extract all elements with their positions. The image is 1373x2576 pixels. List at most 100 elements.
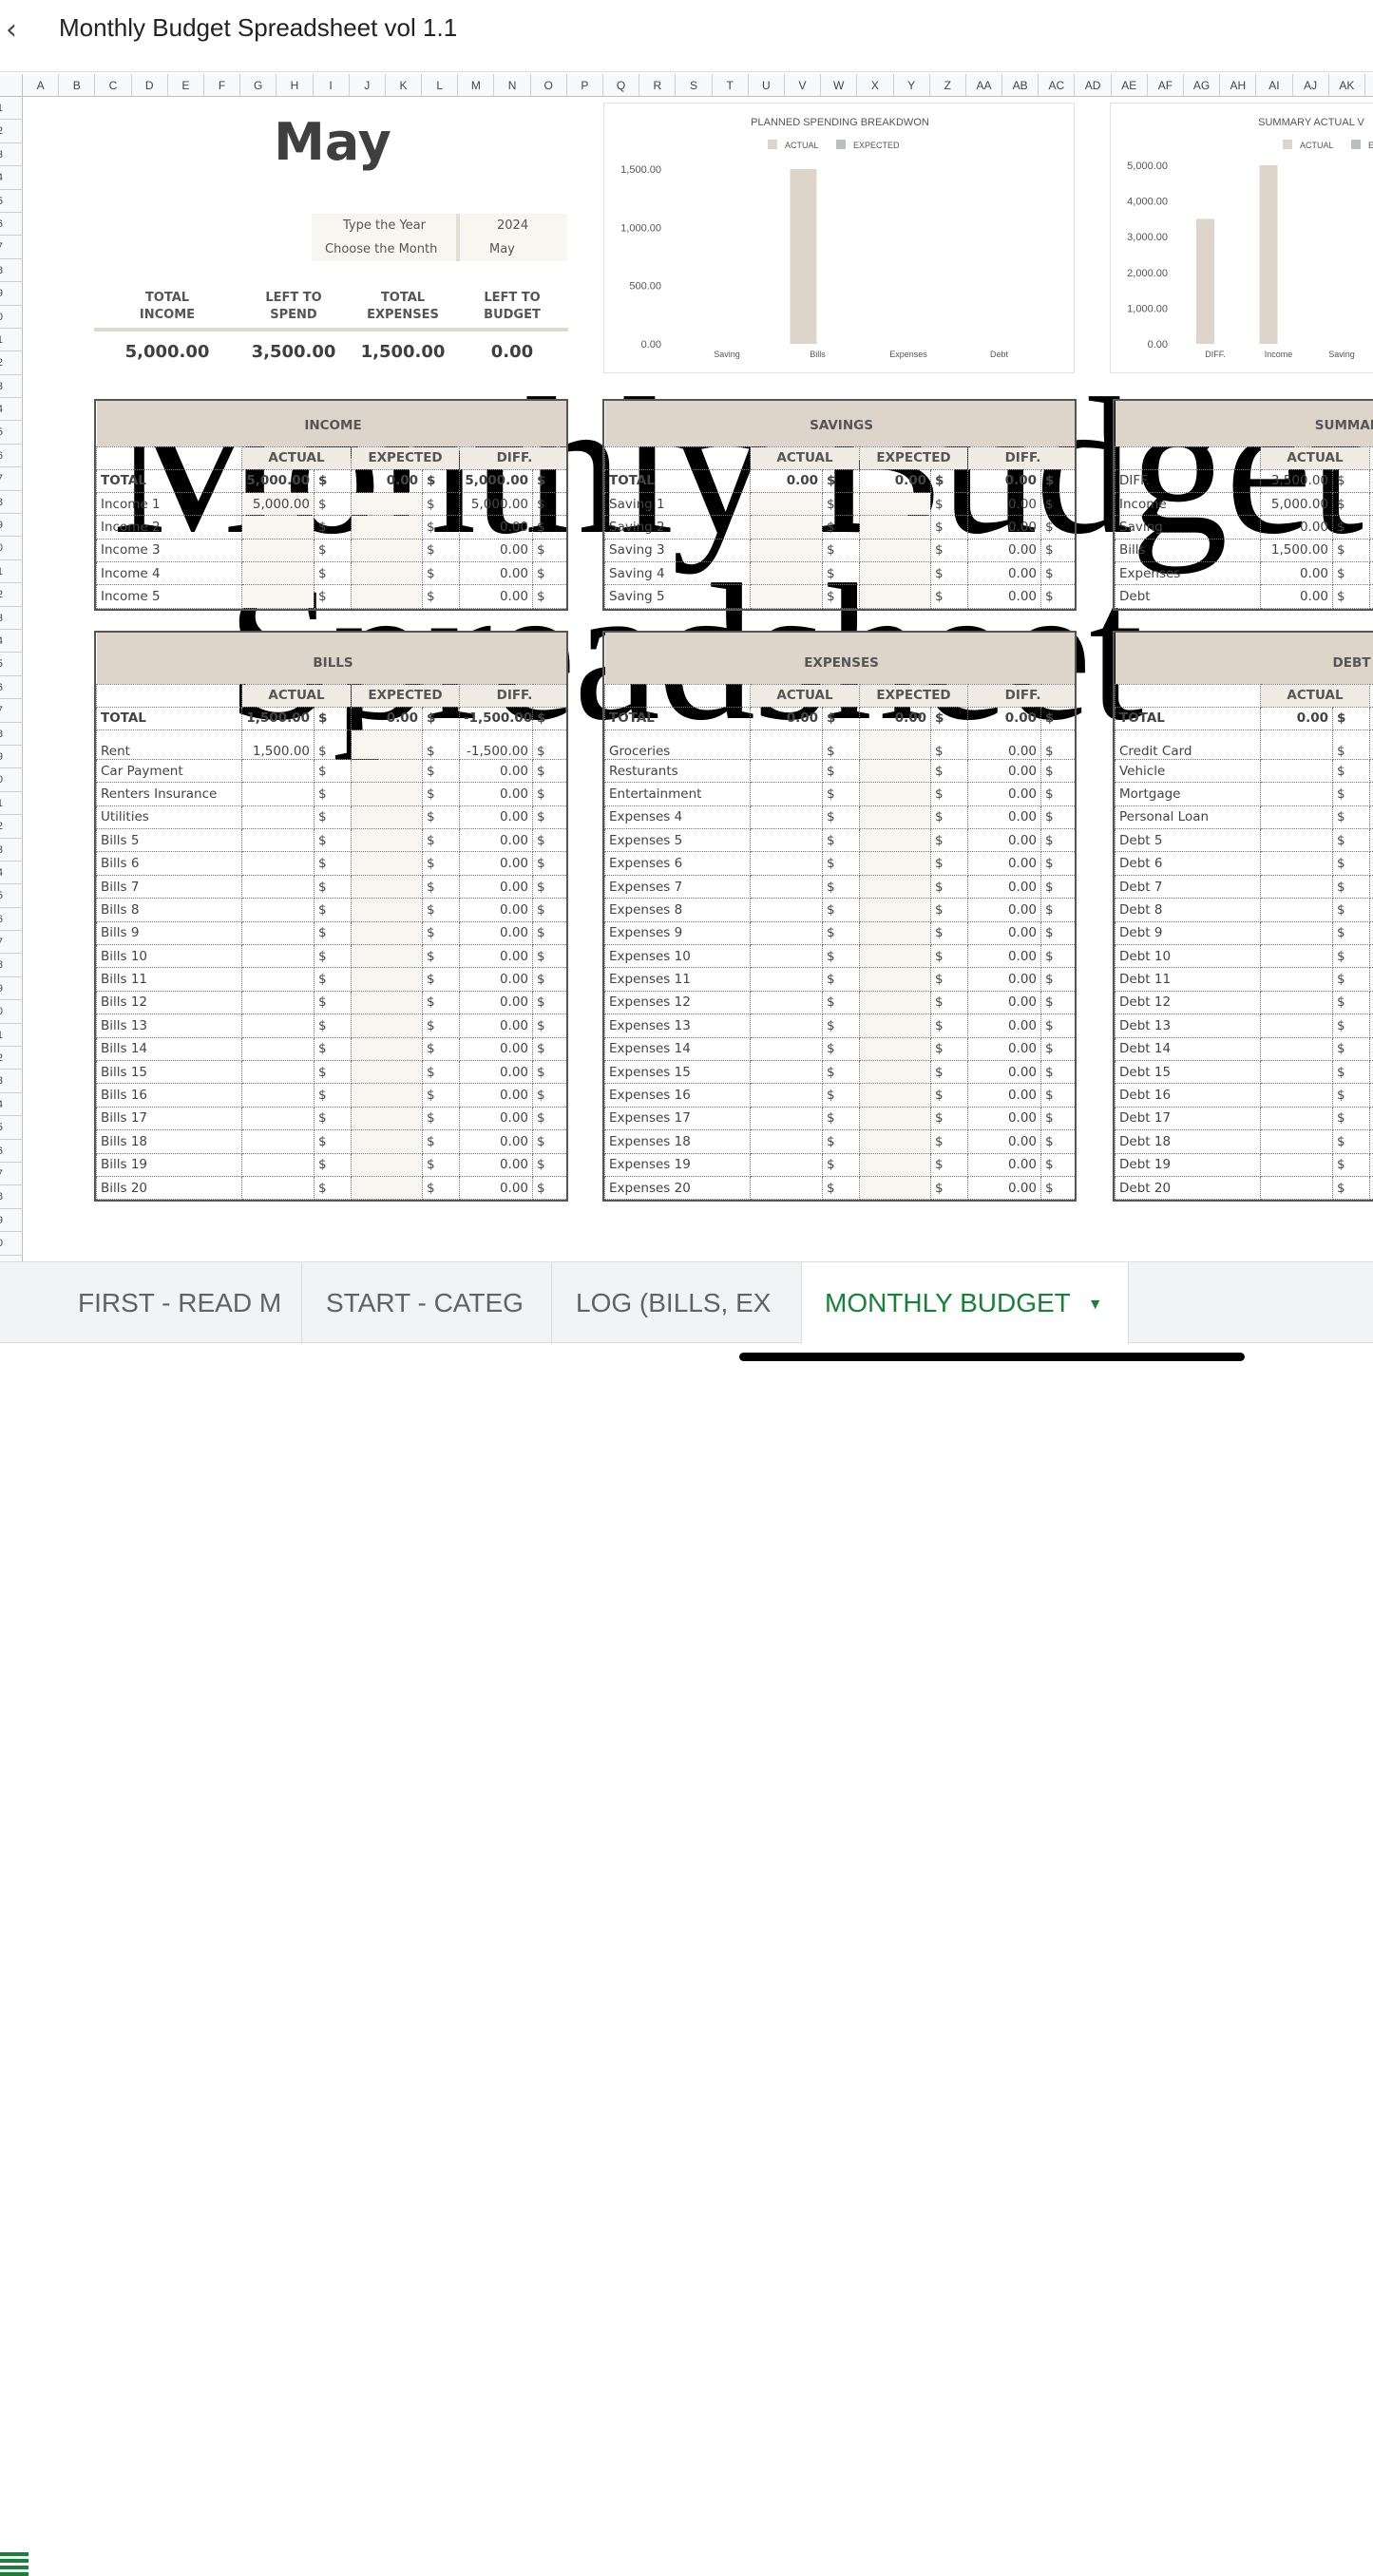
expected-cell[interactable]: [860, 492, 931, 515]
row-header[interactable]: 47: [0, 1163, 22, 1185]
actual-cell[interactable]: [1261, 1084, 1333, 1107]
actual-cell[interactable]: [1261, 1153, 1333, 1176]
expected-cell[interactable]: [1370, 783, 1373, 805]
column-header[interactable]: D: [132, 74, 168, 96]
column-header[interactable]: X: [857, 74, 893, 96]
row-header[interactable]: 35: [0, 884, 22, 907]
expected-cell[interactable]: [352, 492, 423, 515]
expected-cell[interactable]: [1370, 991, 1373, 1013]
expected-cell[interactable]: [1370, 562, 1373, 585]
row-header[interactable]: 22: [0, 583, 22, 606]
row-header[interactable]: 11: [0, 329, 22, 351]
actual-cell[interactable]: [751, 539, 823, 561]
actual-cell[interactable]: [242, 945, 315, 968]
actual-cell[interactable]: [242, 991, 315, 1013]
actual-cell[interactable]: [751, 1130, 823, 1153]
actual-cell[interactable]: [242, 1037, 315, 1060]
actual-cell[interactable]: [751, 1153, 823, 1176]
row-header[interactable]: 30: [0, 768, 22, 791]
actual-cell[interactable]: [751, 1084, 823, 1107]
actual-cell[interactable]: [242, 1060, 315, 1083]
row-header[interactable]: 33: [0, 839, 22, 862]
sheet-tab[interactable]: FIRST - READ M: [55, 1262, 302, 1344]
row-header[interactable]: 24: [0, 630, 22, 653]
year-input[interactable]: 2024: [497, 218, 528, 233]
column-header[interactable]: H: [277, 74, 313, 96]
actual-cell[interactable]: [1261, 852, 1333, 875]
actual-cell[interactable]: [751, 759, 823, 782]
sheet-tab[interactable]: START - CATEG: [303, 1262, 552, 1344]
column-header[interactable]: S: [676, 74, 712, 96]
expected-cell[interactable]: [1370, 1107, 1373, 1129]
expected-cell[interactable]: [352, 968, 423, 991]
column-header[interactable]: AE: [1112, 74, 1148, 96]
actual-cell[interactable]: [242, 829, 315, 852]
expected-cell[interactable]: [352, 991, 423, 1013]
actual-cell[interactable]: [1261, 783, 1333, 805]
row-header[interactable]: 8: [0, 259, 22, 282]
expected-cell[interactable]: [352, 945, 423, 968]
expected-cell[interactable]: [860, 1084, 931, 1107]
row-header[interactable]: 27: [0, 699, 22, 722]
actual-cell[interactable]: 1,500.00: [242, 707, 315, 729]
expected-cell[interactable]: [860, 1176, 931, 1199]
expected-cell[interactable]: [1370, 875, 1373, 898]
expected-cell[interactable]: [352, 921, 423, 944]
actual-cell[interactable]: [1261, 1037, 1333, 1060]
actual-cell[interactable]: [751, 729, 823, 759]
column-header[interactable]: J: [350, 74, 386, 96]
expected-cell[interactable]: [352, 516, 423, 539]
column-header[interactable]: E: [168, 74, 204, 96]
expected-cell[interactable]: [352, 1130, 423, 1153]
actual-cell[interactable]: [1261, 1107, 1333, 1129]
expected-cell[interactable]: [352, 585, 423, 608]
expected-cell[interactable]: [860, 921, 931, 944]
column-header[interactable]: Y: [894, 74, 930, 96]
actual-cell[interactable]: [751, 945, 823, 968]
actual-cell[interactable]: [751, 1060, 823, 1083]
column-header[interactable]: U: [749, 74, 785, 96]
row-header[interactable]: 38: [0, 954, 22, 976]
actual-cell[interactable]: [1261, 968, 1333, 991]
row-header[interactable]: 45: [0, 1116, 22, 1139]
actual-cell[interactable]: [751, 1014, 823, 1037]
actual-cell[interactable]: 5,000.00: [1261, 492, 1333, 515]
actual-cell[interactable]: [751, 1037, 823, 1060]
expected-cell[interactable]: [352, 805, 423, 828]
row-header[interactable]: 20: [0, 537, 22, 559]
actual-cell[interactable]: 3,500.00: [1261, 469, 1333, 492]
row-header[interactable]: 5: [0, 190, 22, 213]
bar-actual-income[interactable]: [1260, 165, 1278, 344]
expected-cell[interactable]: [352, 562, 423, 585]
column-header[interactable]: G: [240, 74, 277, 96]
actual-cell[interactable]: [242, 805, 315, 828]
expected-cell[interactable]: [1370, 805, 1373, 828]
expected-cell[interactable]: [860, 805, 931, 828]
bar-actual-diff[interactable]: [1196, 218, 1214, 344]
row-header[interactable]: 41: [0, 1024, 22, 1047]
expected-cell[interactable]: [352, 1084, 423, 1107]
actual-cell[interactable]: [1261, 921, 1333, 944]
actual-cell[interactable]: [751, 585, 823, 608]
column-header[interactable]: P: [567, 74, 603, 96]
row-header[interactable]: 10: [0, 306, 22, 329]
row-header[interactable]: 42: [0, 1047, 22, 1070]
row-header[interactable]: 18: [0, 491, 22, 514]
all-sheets-menu-icon[interactable]: [0, 2552, 29, 2575]
expected-cell[interactable]: [860, 539, 931, 561]
column-header[interactable]: F: [204, 74, 240, 96]
expected-cell[interactable]: [352, 1176, 423, 1199]
actual-cell[interactable]: [751, 968, 823, 991]
row-header[interactable]: 1: [0, 97, 22, 120]
actual-cell[interactable]: [1261, 759, 1333, 782]
row-header[interactable]: 50: [0, 1232, 22, 1255]
actual-cell[interactable]: [1261, 945, 1333, 968]
actual-cell[interactable]: [242, 1130, 315, 1153]
expected-cell[interactable]: [860, 829, 931, 852]
actual-cell[interactable]: [1261, 899, 1333, 921]
row-header[interactable]: 48: [0, 1185, 22, 1208]
expected-cell[interactable]: [1370, 469, 1373, 492]
row-header[interactable]: 17: [0, 467, 22, 490]
actual-cell[interactable]: [1261, 729, 1333, 759]
expected-cell[interactable]: [860, 516, 931, 539]
